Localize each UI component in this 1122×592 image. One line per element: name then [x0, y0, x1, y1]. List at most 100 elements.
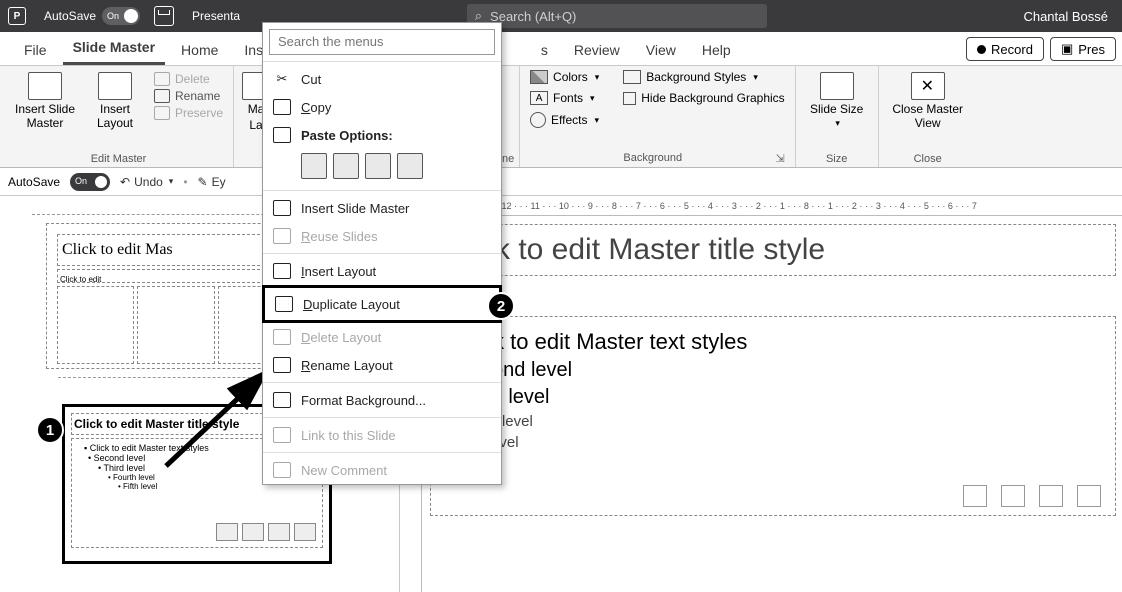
fonts-dropdown[interactable]: AFonts▾	[530, 91, 599, 105]
insert-layout-icon	[273, 263, 291, 279]
ctx-paste-options-label: Paste Options:	[263, 121, 501, 149]
tab-home[interactable]: Home	[171, 35, 228, 65]
content-placeholder[interactable]: Click to edit Master text styles Second …	[430, 316, 1116, 516]
horizontal-ruler: · 15 · · · 14 · · · 13 · · · 12 · · · 11…	[400, 196, 1122, 216]
slide-editor[interactable]: · 15 · · · 14 · · · 13 · · · 12 · · · 11…	[400, 196, 1122, 592]
paste-option-4[interactable]	[397, 153, 423, 179]
insert-smartart-icon[interactable]	[1039, 485, 1063, 507]
chart-icon	[242, 523, 264, 541]
group-theme-partial: ne	[500, 66, 520, 167]
comment-icon	[273, 462, 291, 478]
copy-icon	[273, 99, 291, 115]
insert-3d-icon[interactable]	[1077, 485, 1101, 507]
reuse-slides-icon	[273, 228, 291, 244]
quick-access-toolbar: AutoSave On ↶Undo▾ • ✎Ey	[0, 168, 1122, 196]
present-button[interactable]: ▣Pres	[1050, 37, 1116, 61]
eyedropper-button[interactable]: ✎Ey	[198, 175, 226, 189]
master-title-placeholder: Click to edit Mas	[57, 234, 295, 266]
bg-styles-icon	[623, 70, 641, 84]
ctx-cut[interactable]: ✂Cut	[263, 65, 501, 93]
delete-icon	[154, 72, 170, 86]
ctx-reuse-slides: Reuse Slides	[263, 222, 501, 250]
checkbox-icon	[623, 92, 636, 105]
document-title: Presenta	[192, 9, 240, 23]
annotation-badge-1: 1	[36, 416, 64, 444]
title-placeholder[interactable]: Click to edit Master title style	[430, 224, 1116, 276]
dialog-launcher-icon[interactable]: ⇲	[775, 152, 784, 165]
effects-icon	[530, 112, 546, 128]
layout-icon	[98, 72, 132, 100]
search-box[interactable]: ⌕ Search (Alt+Q)	[467, 4, 767, 28]
master-subtitle-placeholder: Click to edit	[57, 269, 295, 283]
paste-icon	[273, 127, 291, 143]
insert-layout-button[interactable]: Insert Layout	[84, 70, 146, 130]
powerpoint-icon: P	[8, 7, 26, 25]
slide-master-icon	[28, 72, 62, 100]
group-edit-master: Insert Slide Master Insert Layout Delete…	[4, 66, 234, 167]
group-close: ✕ Close Master View Close	[879, 66, 977, 167]
preserve-icon	[154, 106, 170, 120]
fonts-icon: A	[530, 91, 548, 105]
tab-help[interactable]: Help	[692, 35, 741, 65]
ctx-duplicate-layout[interactable]: Duplicate Layout	[265, 288, 499, 320]
record-button[interactable]: Record	[966, 37, 1044, 61]
ctx-copy[interactable]: Copy	[263, 93, 501, 121]
context-menu-search[interactable]: Search the menus	[269, 29, 495, 55]
tab-partial-s[interactable]: s	[531, 35, 558, 65]
ribbon-tabs: File Slide Master Home Inse s Review Vie…	[0, 32, 1122, 66]
delete-layout-icon	[273, 329, 291, 345]
title-bar: P AutoSave On Presenta ⌕ Search (Alt+Q) …	[0, 0, 1122, 32]
autosave-toggle[interactable]: On	[102, 7, 140, 25]
colors-dropdown[interactable]: Colors▾	[530, 70, 599, 84]
tab-file[interactable]: File	[14, 35, 57, 65]
rename-icon	[154, 89, 170, 103]
paste-option-2[interactable]	[333, 153, 359, 179]
ribbon: Insert Slide Master Insert Layout Delete…	[0, 66, 1122, 168]
ctx-duplicate-layout-highlight: Duplicate Layout 2	[262, 285, 502, 323]
tab-view[interactable]: View	[636, 35, 686, 65]
insert-table-icon[interactable]	[963, 485, 987, 507]
autosave-toggle-qat[interactable]: On	[70, 173, 110, 191]
context-menu: Search the menus ✂Cut Copy Paste Options…	[262, 22, 502, 485]
insert-chart-icon[interactable]	[1001, 485, 1025, 507]
present-icon: ▣	[1061, 41, 1073, 57]
duplicate-layout-icon	[275, 296, 293, 312]
tab-slide-master[interactable]: Slide Master	[63, 32, 165, 65]
ctx-insert-layout[interactable]: Insert Layout	[263, 257, 501, 285]
ctx-format-background[interactable]: Format Background...	[263, 386, 501, 414]
eyedropper-icon: ✎	[198, 175, 208, 189]
ctx-new-comment: New Comment	[263, 456, 501, 484]
paste-option-1[interactable]	[301, 153, 327, 179]
tab-review[interactable]: Review	[564, 35, 630, 65]
rename-layout-icon	[273, 357, 291, 373]
ctx-insert-slide-master[interactable]: Insert Slide Master	[263, 194, 501, 222]
group-background: Colors▾ AFonts▾ Effects▾ Background Styl…	[520, 66, 796, 167]
table-icon	[216, 523, 238, 541]
save-icon[interactable]	[154, 6, 174, 26]
ctx-rename-layout[interactable]: Rename Layout	[263, 351, 501, 379]
effects-dropdown[interactable]: Effects▾	[530, 112, 599, 128]
preserve-button: Preserve	[154, 106, 223, 120]
paste-option-3[interactable]	[365, 153, 391, 179]
ctx-link-to-slide: Link to this Slide	[263, 421, 501, 449]
rename-button[interactable]: Rename	[154, 89, 223, 103]
undo-button[interactable]: ↶Undo▾	[120, 175, 173, 189]
cut-icon: ✂	[273, 71, 291, 87]
workspace: Click to edit Mas Click to edit Click to…	[0, 196, 1122, 592]
hide-background-checkbox[interactable]: Hide Background Graphics	[623, 91, 784, 105]
insert-slide-master-button[interactable]: Insert Slide Master	[14, 70, 76, 130]
undo-icon: ↶	[120, 175, 130, 189]
colors-icon	[530, 70, 548, 84]
slide-size-icon	[820, 72, 854, 100]
format-background-icon	[273, 392, 291, 408]
ctx-delete-layout: Delete Layout	[263, 323, 501, 351]
link-icon	[273, 427, 291, 443]
user-name[interactable]: Chantal Bossé	[1023, 9, 1108, 24]
insert-slide-master-icon	[273, 200, 291, 216]
background-styles-dropdown[interactable]: Background Styles▾	[623, 70, 784, 84]
annotation-badge-2: 2	[487, 292, 515, 320]
autosave-label: AutoSave	[44, 9, 96, 23]
slide-size-button[interactable]: Slide Size▾	[806, 70, 868, 129]
smartart-icon	[268, 523, 290, 541]
close-master-view-button[interactable]: ✕ Close Master View	[889, 70, 967, 130]
